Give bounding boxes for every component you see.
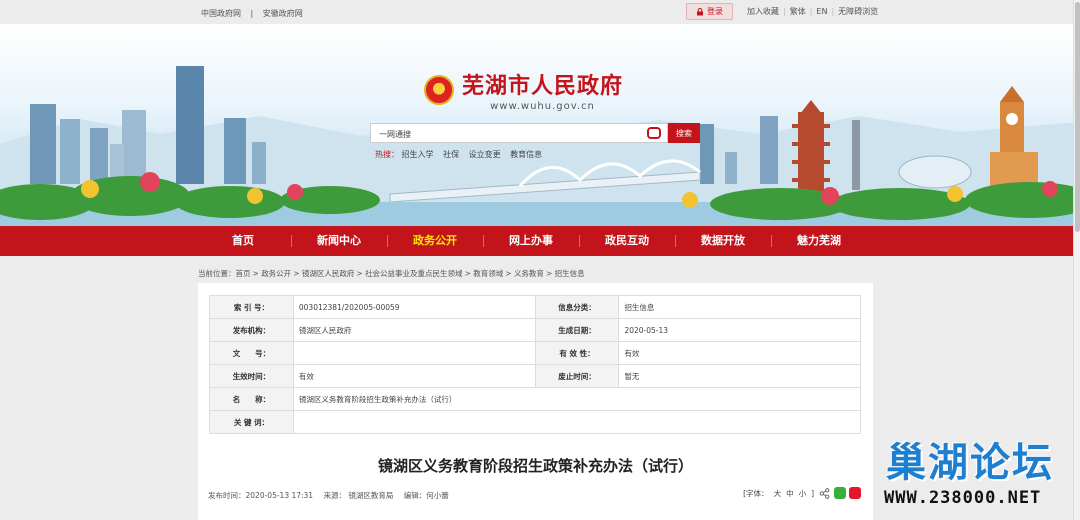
table-row: 名 称： 镜湖区义务教育阶段招生政策补充办法（试行） [209, 387, 862, 411]
link-china-gov[interactable]: 中国政府网 [201, 9, 241, 18]
breadcrumb-item[interactable]: 教育领域 [473, 269, 503, 278]
meta-key: 名 称： [209, 387, 294, 411]
nav-charm-wuhu[interactable]: 魅力芜湖 [771, 226, 867, 256]
link-traditional[interactable]: 繁体 [790, 6, 806, 17]
search-button[interactable]: 搜索 [668, 123, 700, 143]
main-nav: 首页 新闻中心 政务公开 网上办事 政民互动 数据开放 魅力芜湖 [0, 226, 1080, 256]
gov-links: 中国政府网 | 安徽政府网 [201, 8, 310, 19]
article-info: 发布时间：2020-05-13 17:31 来源： 镜湖区教育局 编辑：何小蕾 [208, 490, 457, 501]
font-size-small[interactable]: 小 [799, 488, 807, 499]
meta-value [292, 341, 536, 365]
nav-news[interactable]: 新闻中心 [291, 226, 387, 256]
breadcrumb-item[interactable]: 社会公益事业及重点民生领域 [365, 269, 463, 278]
hot-word[interactable]: 招生入学 [402, 150, 434, 159]
search-placeholder: 一网通搜 [379, 130, 411, 139]
nav-home[interactable]: 首页 [195, 226, 291, 256]
header-banner: 芜湖市人民政府 www.wuhu.gov.cn 一网通搜 搜索 热搜： 招生入学… [0, 24, 1080, 226]
site-logo[interactable]: 芜湖市人民政府 www.wuhu.gov.cn [424, 68, 623, 112]
watermark-title: 巢湖论坛 [886, 439, 1054, 486]
breadcrumb-item[interactable]: 招生信息 [555, 269, 585, 278]
meta-key: 生效时间： [209, 364, 294, 388]
hot-search: 热搜： 招生入学 社保 设立变更 教育信息 [375, 149, 549, 160]
article-card: 索 引 号： 003012381/202005-00059 信息分类： 招生信息… [198, 283, 873, 520]
robot-assistant-icon[interactable] [647, 127, 661, 139]
vertical-scrollbar[interactable] [1073, 0, 1080, 520]
article-source: 来源： 镜湖区教育局 [323, 491, 394, 500]
font-size-end: ] [811, 488, 814, 498]
nav-open-data[interactable]: 数据开放 [675, 226, 771, 256]
meta-value: 有效 [618, 341, 861, 365]
link-accessibility[interactable]: 无障碍浏览 [838, 6, 878, 17]
link-english[interactable]: EN [816, 7, 827, 16]
scrollbar-thumb[interactable] [1075, 2, 1080, 232]
meta-value [292, 410, 862, 434]
breadcrumb-item[interactable]: 镜湖区人民政府 [302, 269, 355, 278]
link-anhui-gov[interactable]: 安徽政府网 [263, 9, 303, 18]
nav-gov-affairs[interactable]: 政务公开 [387, 226, 483, 256]
article-title: 镜湖区义务教育阶段招生政策补充办法（试行） [377, 457, 693, 475]
font-size-large[interactable]: 大 [774, 488, 782, 499]
weibo-icon[interactable] [849, 487, 861, 499]
table-row: 生效时间： 有效 废止时间： 暂无 [209, 364, 861, 388]
wechat-icon[interactable] [834, 487, 846, 499]
utility-links: 登录 加入收藏 | 繁体 | EN | 无障碍浏览 [686, 3, 882, 20]
national-emblem-icon [424, 75, 454, 105]
meta-key: 废止时间： [534, 364, 620, 388]
table-row: 发布机构： 镜湖区人民政府 生成日期： 2020-05-13 [209, 318, 861, 342]
document-metadata-table: 索 引 号： 003012381/202005-00059 信息分类： 招生信息… [209, 295, 862, 434]
meta-key: 发布机构： [209, 318, 294, 342]
divider: | [250, 9, 254, 18]
article-tools: [字体： 大 中 小 ] [743, 487, 861, 499]
table-row: 文 号： 有 效 性： 有效 [209, 341, 861, 365]
nav-interaction[interactable]: 政民互动 [579, 226, 675, 256]
meta-key: 有 效 性： [534, 341, 620, 365]
publish-time: 发布时间：2020-05-13 17:31 [208, 491, 314, 500]
meta-value: 镜湖区人民政府 [292, 318, 536, 342]
hot-search-label: 热搜： [375, 150, 399, 159]
link-add-favorite[interactable]: 加入收藏 [747, 6, 779, 17]
meta-key: 文 号： [209, 341, 294, 365]
breadcrumb-item[interactable]: 义务教育 [514, 269, 544, 278]
login-label: 登录 [707, 7, 723, 16]
meta-value: 镜湖区义务教育阶段招生政策补充办法（试行） [292, 387, 862, 411]
meta-value: 003012381/202005-00059 [292, 295, 536, 319]
meta-key: 索 引 号： [209, 295, 294, 319]
nav-online-services[interactable]: 网上办事 [483, 226, 579, 256]
search-bar: 一网通搜 搜索 [370, 123, 700, 143]
meta-key: 关 键 词： [209, 410, 294, 434]
article-editor: 编辑：何小蕾 [403, 491, 449, 500]
breadcrumb-item[interactable]: 政务公开 [261, 269, 291, 278]
breadcrumb: 当前位置：首页 > 政务公开 > 镜湖区人民政府 > 社会公益事业及重点民生领域 > 教… [198, 269, 585, 278]
breadcrumb-item[interactable]: 当前位置：首页 [198, 269, 251, 278]
font-size-medium[interactable]: 中 [786, 488, 794, 499]
meta-value: 暂无 [618, 364, 861, 388]
share-icon[interactable] [819, 487, 830, 499]
table-row: 关 键 词： [209, 410, 862, 434]
lock-icon [697, 7, 703, 15]
forum-watermark: 巢湖论坛 WWW.238000.NET [880, 428, 1080, 520]
search-input[interactable]: 一网通搜 [370, 123, 668, 143]
meta-key: 信息分类： [534, 295, 620, 319]
meta-key: 生成日期： [534, 318, 620, 342]
meta-value: 2020-05-13 [618, 318, 861, 342]
watermark-url: WWW.238000.NET [884, 488, 1042, 508]
meta-value: 招生信息 [618, 295, 861, 319]
hot-word[interactable]: 设立变更 [469, 150, 501, 159]
site-title: 芜湖市人民政府 [462, 73, 624, 99]
top-utility-bar: 中国政府网 | 安徽政府网 登录 加入收藏 | 繁体 | EN | 无障碍浏览 [0, 0, 1080, 24]
hot-word[interactable]: 教育信息 [510, 150, 542, 159]
meta-value: 有效 [292, 364, 536, 388]
login-button[interactable]: 登录 [686, 3, 733, 20]
hot-word[interactable]: 社保 [443, 150, 459, 159]
font-size-label: [字体： [743, 488, 769, 498]
table-row: 索 引 号： 003012381/202005-00059 信息分类： 招生信息 [209, 295, 861, 319]
site-url: www.wuhu.gov.cn [490, 101, 595, 112]
